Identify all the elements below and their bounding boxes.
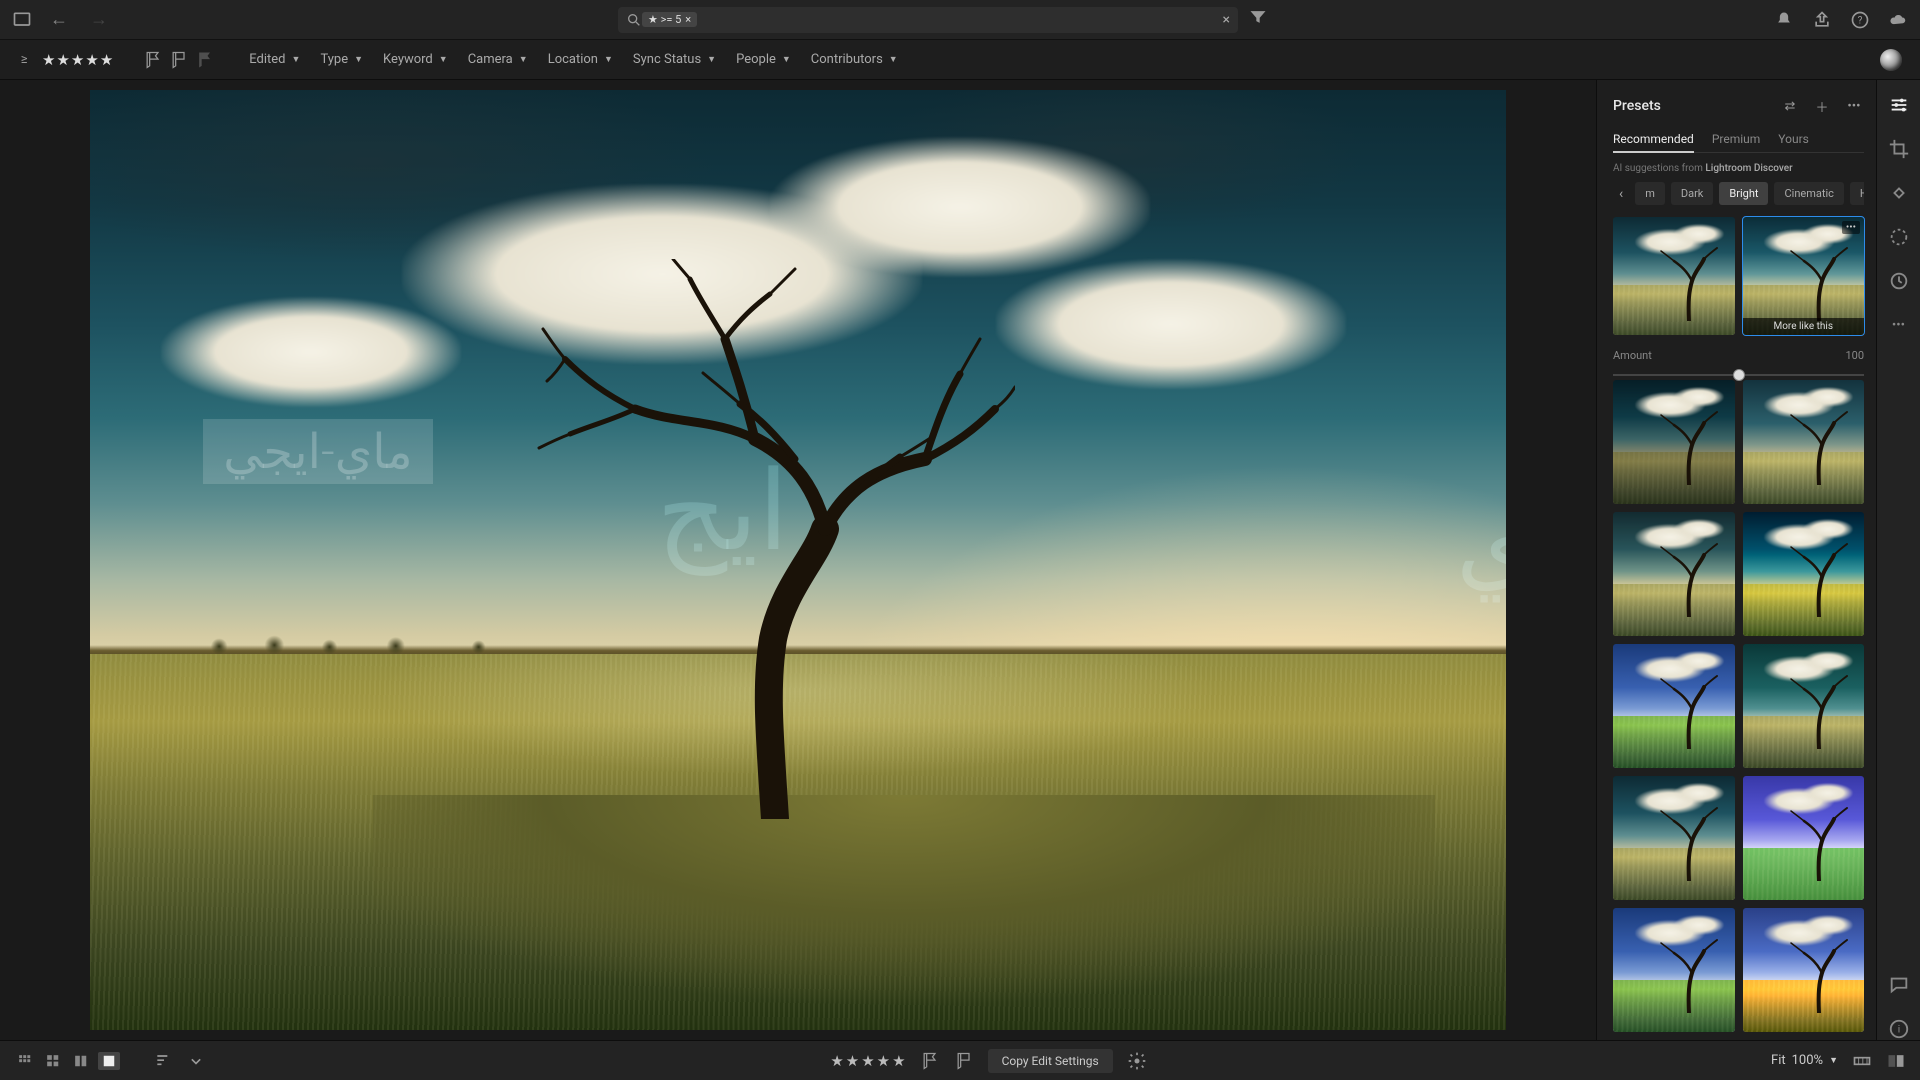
preset-card[interactable] (1613, 776, 1735, 900)
preset-category-hdr[interactable]: HDR (1850, 182, 1864, 205)
help-icon[interactable]: ? (1850, 10, 1870, 30)
filter-bar: ≥ ★★★★★ Edited▼Type▼Keyword▼Camera▼Locat… (0, 40, 1920, 80)
grid-small-view-icon[interactable] (14, 1052, 36, 1070)
amount-label: Amount (1613, 349, 1652, 362)
preset-category-bright[interactable]: Bright (1719, 182, 1768, 205)
sort-direction-icon[interactable] (186, 1051, 206, 1071)
grid-view-icon[interactable] (42, 1052, 64, 1070)
filter-keyword[interactable]: Keyword▼ (375, 49, 456, 70)
search-input[interactable] (703, 13, 1230, 27)
cloud-icon[interactable] (1888, 10, 1908, 30)
search-icon (626, 12, 642, 28)
topbar: ← → ★ >= 5× × ? (0, 0, 1920, 40)
rating-toggle-icon[interactable]: ≥ (14, 50, 34, 70)
ai-source-label: AI suggestions from Lightroom Discover (1613, 153, 1864, 182)
flag-unflagged-icon[interactable] (169, 50, 189, 70)
preset-card[interactable] (1613, 380, 1735, 504)
preset-card[interactable] (1743, 776, 1865, 900)
filter-sync-status[interactable]: Sync Status▼ (625, 49, 724, 70)
nav-forward-button: → (86, 9, 112, 30)
filmstrip-icon[interactable] (1852, 1051, 1872, 1071)
preset-card[interactable]: More like this••• (1743, 217, 1865, 335)
preset-tab-recommended[interactable]: Recommended (1613, 128, 1694, 153)
share-icon[interactable] (1812, 10, 1832, 30)
compare-view-icon[interactable] (70, 1052, 92, 1070)
amount-row: Amount 100 (1613, 349, 1864, 362)
preset-more-icon[interactable]: ••• (1844, 96, 1864, 116)
preset-card[interactable] (1743, 512, 1865, 636)
preset-category-row: ‹ m DarkBright Cinematic HDR (1613, 182, 1864, 205)
preset-category-dark[interactable]: Dark (1671, 182, 1714, 205)
search-clear-icon[interactable]: × (1223, 12, 1230, 28)
filter-funnel-icon[interactable] (1248, 7, 1268, 27)
filter-camera[interactable]: Camera▼ (460, 49, 536, 70)
preset-tab-premium[interactable]: Premium (1712, 128, 1760, 150)
rating-assign[interactable]: ★★★★★ (830, 1052, 905, 1070)
filter-contributors[interactable]: Contributors▼ (803, 49, 906, 70)
amount-value: 100 (1845, 349, 1864, 362)
reject-flag-icon[interactable] (954, 1051, 974, 1071)
pick-flag-icon[interactable] (920, 1051, 940, 1071)
flag-pick-icon[interactable] (143, 50, 163, 70)
more-tools-icon[interactable]: ••• (1888, 314, 1910, 336)
preset-tab-yours[interactable]: Yours (1778, 128, 1809, 150)
settings-gear-icon[interactable] (1127, 1051, 1147, 1071)
preset-category-m[interactable]: m (1635, 182, 1665, 205)
library-icon[interactable] (12, 10, 32, 30)
healing-icon[interactable] (1888, 182, 1910, 204)
bottom-bar: ★★★★★ Copy Edit Settings Fit 100% ▼ (0, 1040, 1920, 1080)
info-icon[interactable]: i (1888, 1018, 1910, 1040)
filter-people[interactable]: People▼ (728, 49, 799, 70)
preset-card[interactable] (1613, 908, 1735, 1032)
search-box[interactable]: ★ >= 5× × (618, 7, 1238, 33)
preset-tabs: Recommended Premium Yours (1613, 128, 1864, 153)
main-photo: ماي-ايجي ايج ي (90, 90, 1506, 1030)
versions-icon[interactable] (1888, 270, 1910, 292)
nav-back-button[interactable]: ← (46, 9, 72, 30)
search-filter-tag[interactable]: ★ >= 5× (642, 12, 697, 27)
preset-card[interactable] (1613, 217, 1735, 335)
preset-add-icon[interactable]: ＋ (1812, 96, 1832, 116)
sort-icon[interactable] (154, 1051, 174, 1071)
edit-mode-icon[interactable] (1880, 49, 1902, 71)
rating-filter[interactable]: ★★★★★ (42, 51, 113, 69)
filter-edited[interactable]: Edited▼ (241, 49, 308, 70)
edit-sliders-icon[interactable] (1888, 94, 1910, 116)
copy-edit-settings-button[interactable]: Copy Edit Settings (988, 1049, 1113, 1073)
presets-panel: Presets ⇄ ＋ ••• RecommendedPremiumYours … (1596, 80, 1876, 1040)
preset-card[interactable] (1613, 644, 1735, 768)
tag-remove-icon[interactable]: × (685, 13, 691, 26)
image-canvas[interactable]: ماي-ايجي ايج ي (0, 80, 1596, 1040)
masking-icon[interactable] (1888, 226, 1910, 248)
before-after-icon[interactable] (1886, 1051, 1906, 1071)
preset-card[interactable] (1743, 644, 1865, 768)
preset-sync-icon[interactable]: ⇄ (1780, 96, 1800, 116)
comments-icon[interactable] (1888, 974, 1910, 996)
bell-icon[interactable] (1774, 10, 1794, 30)
category-scroll-left-icon[interactable]: ‹ (1613, 184, 1629, 204)
panel-title: Presets (1613, 98, 1661, 114)
preset-category-cinematic[interactable]: Cinematic (1774, 182, 1843, 205)
flag-reject-icon[interactable] (195, 50, 215, 70)
preset-card[interactable] (1743, 908, 1865, 1032)
preset-card[interactable] (1613, 512, 1735, 636)
zoom-fit-dropdown[interactable]: Fit 100% ▼ (1771, 1053, 1838, 1068)
filter-location[interactable]: Location▼ (540, 49, 621, 70)
crop-icon[interactable] (1888, 138, 1910, 160)
preset-card[interactable] (1743, 380, 1865, 504)
right-toolstrip: ••• i (1876, 80, 1920, 1040)
svg-text:i: i (1897, 1025, 1899, 1036)
detail-view-icon[interactable] (98, 1052, 120, 1070)
filter-type[interactable]: Type▼ (312, 49, 371, 70)
svg-text:?: ? (1858, 15, 1863, 26)
